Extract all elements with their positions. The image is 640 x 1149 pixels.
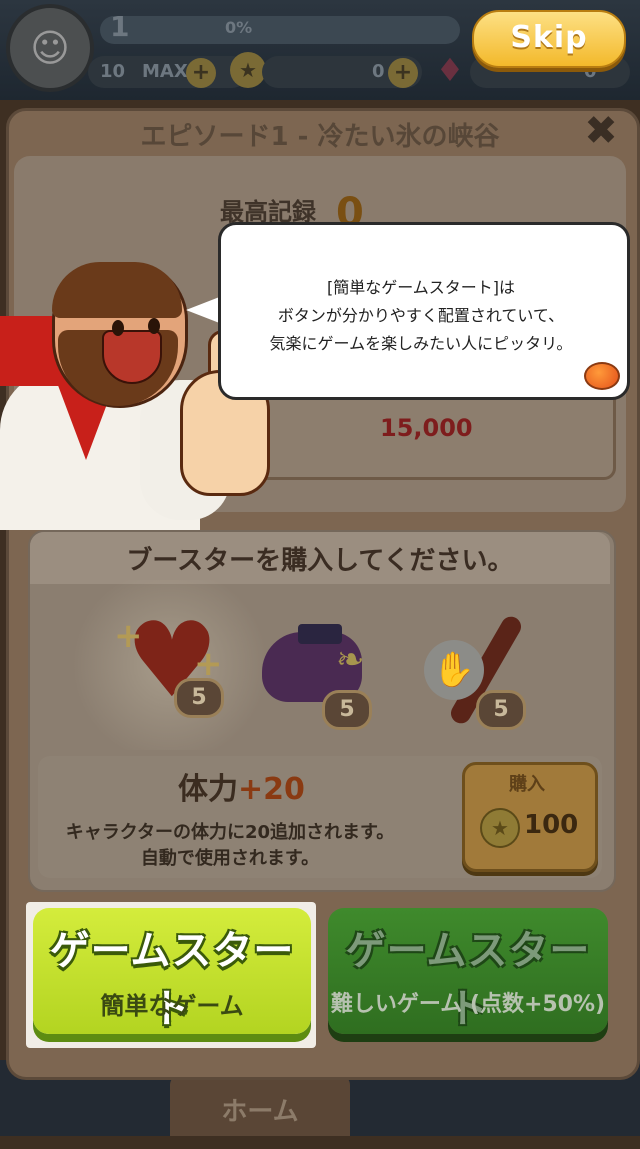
coin-icon: ★ — [480, 808, 520, 848]
add-lives-icon: + — [186, 58, 216, 88]
booster-name: 体力+20 — [178, 764, 305, 808]
player-avatar: ☺ — [6, 4, 94, 92]
skip-button[interactable]: Skip — [472, 10, 626, 68]
booster-description-line: キャラクターの体力に20追加されます。 — [65, 822, 395, 843]
sparkle-icon: + — [114, 616, 143, 656]
character-eye — [148, 318, 160, 334]
wing-icon: ❧ — [336, 640, 365, 680]
booster-count-badge: 5 — [476, 690, 526, 730]
coin-icon: ★ — [230, 52, 266, 88]
booster-description-line: 自動で使用されます。 — [140, 848, 320, 869]
add-coins-icon: + — [388, 58, 418, 88]
lives-max: MAX — [142, 61, 188, 82]
next-tip-button[interactable] — [584, 362, 620, 390]
booster-stat-name: 体力 — [178, 772, 238, 807]
booster-stat-bonus: +20 — [238, 772, 305, 807]
character-hair — [52, 262, 182, 318]
easy-start-subtitle: 簡単なゲーム — [100, 992, 244, 1020]
xp-percent: 0% — [225, 18, 253, 37]
tutorial-line: 気楽にゲームを楽しみたい人にピッタリ。 — [269, 334, 573, 353]
close-icon[interactable]: ✖ — [584, 111, 618, 151]
target-score-value: 15,000 — [380, 414, 473, 442]
lives-count: 10 — [100, 61, 126, 82]
xp-bar — [100, 16, 460, 44]
popup-title: エピソード1 - 冷たい氷の峡谷 — [140, 122, 500, 152]
booster-title: ブースターを購入してください。 — [126, 546, 514, 576]
booster-count-badge: 5 — [174, 678, 224, 718]
coins-count: 0 — [372, 61, 385, 82]
buy-label: 購入 — [509, 774, 545, 795]
glove-icon: ✋ — [424, 640, 484, 700]
tutorial-line: [簡単なゲームスタート]は — [326, 278, 515, 297]
lives-pill: 10 MAX — [88, 56, 248, 88]
hard-start-subtitle: 難しいゲーム (点数+50%) — [330, 992, 606, 1017]
booster-count-badge: 5 — [322, 690, 372, 730]
player-level: 1 — [110, 10, 130, 43]
tutorial-line: ボタンが分かりやすく配置されていて、 — [277, 306, 565, 325]
gem-icon: ♦ — [435, 51, 465, 89]
bottom-tab-home: ホーム — [170, 1075, 350, 1136]
character-eye — [112, 320, 124, 336]
speech-bubble-tail — [186, 296, 222, 324]
buy-price: 100 — [524, 810, 579, 840]
